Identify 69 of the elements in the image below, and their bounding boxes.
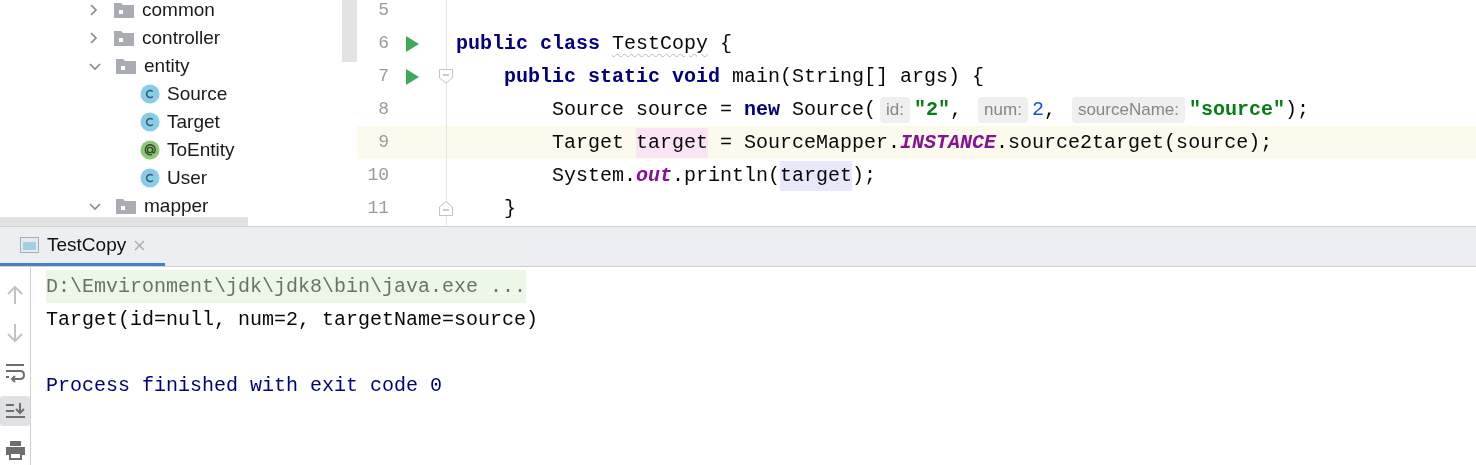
scrollbar-thumb[interactable] xyxy=(342,0,357,62)
parameter-hint: sourceName: xyxy=(1071,96,1185,123)
line-number: 10 xyxy=(366,164,389,187)
chevron-down-icon[interactable] xyxy=(88,61,102,71)
line-number: 6 xyxy=(377,32,389,55)
console-tab[interactable]: TestCopy xyxy=(0,227,166,266)
code-text: ); xyxy=(1285,96,1310,123)
fold-icon[interactable] xyxy=(439,69,453,84)
tree-item-label[interactable]: mapper xyxy=(144,191,209,221)
code-text: System. xyxy=(551,162,637,189)
code-text: = SourceMapper. xyxy=(719,129,901,156)
code-text: target xyxy=(636,127,709,158)
code-text: target xyxy=(780,160,853,191)
folder-icon xyxy=(116,58,137,74)
parameter-hint: id: xyxy=(880,96,911,123)
run-icon[interactable] xyxy=(406,68,419,85)
tree-item-label[interactable]: Target xyxy=(167,107,220,137)
scrollbar-thumb[interactable] xyxy=(0,217,248,227)
tree-item-label[interactable]: entity xyxy=(144,51,190,81)
folder-icon xyxy=(114,30,135,46)
chevron-down-icon[interactable] xyxy=(88,201,102,211)
close-icon[interactable] xyxy=(134,239,146,251)
tree-item-label[interactable]: common xyxy=(142,0,215,25)
chevron-right-icon[interactable] xyxy=(88,32,100,44)
line-number: 11 xyxy=(366,197,389,220)
scroll-to-end-button[interactable] xyxy=(0,396,30,426)
run-icon[interactable] xyxy=(406,35,419,52)
code-text: new xyxy=(744,96,781,123)
line-number: 5 xyxy=(377,0,389,22)
code-text: "source" xyxy=(1189,96,1286,123)
folder-icon xyxy=(116,198,137,214)
code-text: Target xyxy=(551,129,626,156)
code-text: Source( xyxy=(791,96,877,123)
console-icon xyxy=(20,237,39,254)
code-text: main(String[] args) { xyxy=(731,63,985,90)
code-text: 2 xyxy=(1031,96,1044,123)
down-arrow-icon xyxy=(4,322,26,344)
code-text: public static void xyxy=(503,63,721,90)
class-icon xyxy=(140,112,160,132)
tree-item-label[interactable]: User xyxy=(167,163,208,193)
tree-item-label[interactable]: controller xyxy=(142,23,221,53)
code-text: { xyxy=(719,30,733,57)
code-text: .println( xyxy=(672,162,781,189)
tree-item-label[interactable]: ToEntity xyxy=(167,135,235,165)
code-text: , xyxy=(950,96,964,123)
code-text: ); xyxy=(852,162,877,189)
line-number: 9 xyxy=(377,131,389,154)
soft-wrap-icon xyxy=(4,361,26,383)
line-number: 7 xyxy=(377,65,389,88)
code-text: } xyxy=(503,195,516,222)
print-icon xyxy=(4,439,26,461)
tree-item-label[interactable]: Source xyxy=(167,79,228,109)
class-icon xyxy=(140,168,160,188)
code-text: .source2target(source); xyxy=(996,129,1273,156)
code-text: Source source = xyxy=(551,96,734,123)
code-text: , xyxy=(1043,96,1057,123)
code-text: INSTANCE xyxy=(900,129,997,156)
code-text: "2" xyxy=(914,96,951,123)
fold-icon[interactable] xyxy=(439,201,453,216)
console-line: Process finished with exit code 0 xyxy=(46,373,443,399)
class-icon xyxy=(140,84,160,104)
code-text: public class xyxy=(456,30,602,57)
console-line: Target(id=null, num=2, targetName=source) xyxy=(46,307,539,333)
annotation-icon xyxy=(140,140,160,160)
parameter-hint: num: xyxy=(978,96,1028,123)
code-text: out xyxy=(636,162,673,189)
line-number: 8 xyxy=(377,98,389,121)
chevron-right-icon[interactable] xyxy=(88,4,100,16)
code-text: TestCopy xyxy=(612,30,709,57)
